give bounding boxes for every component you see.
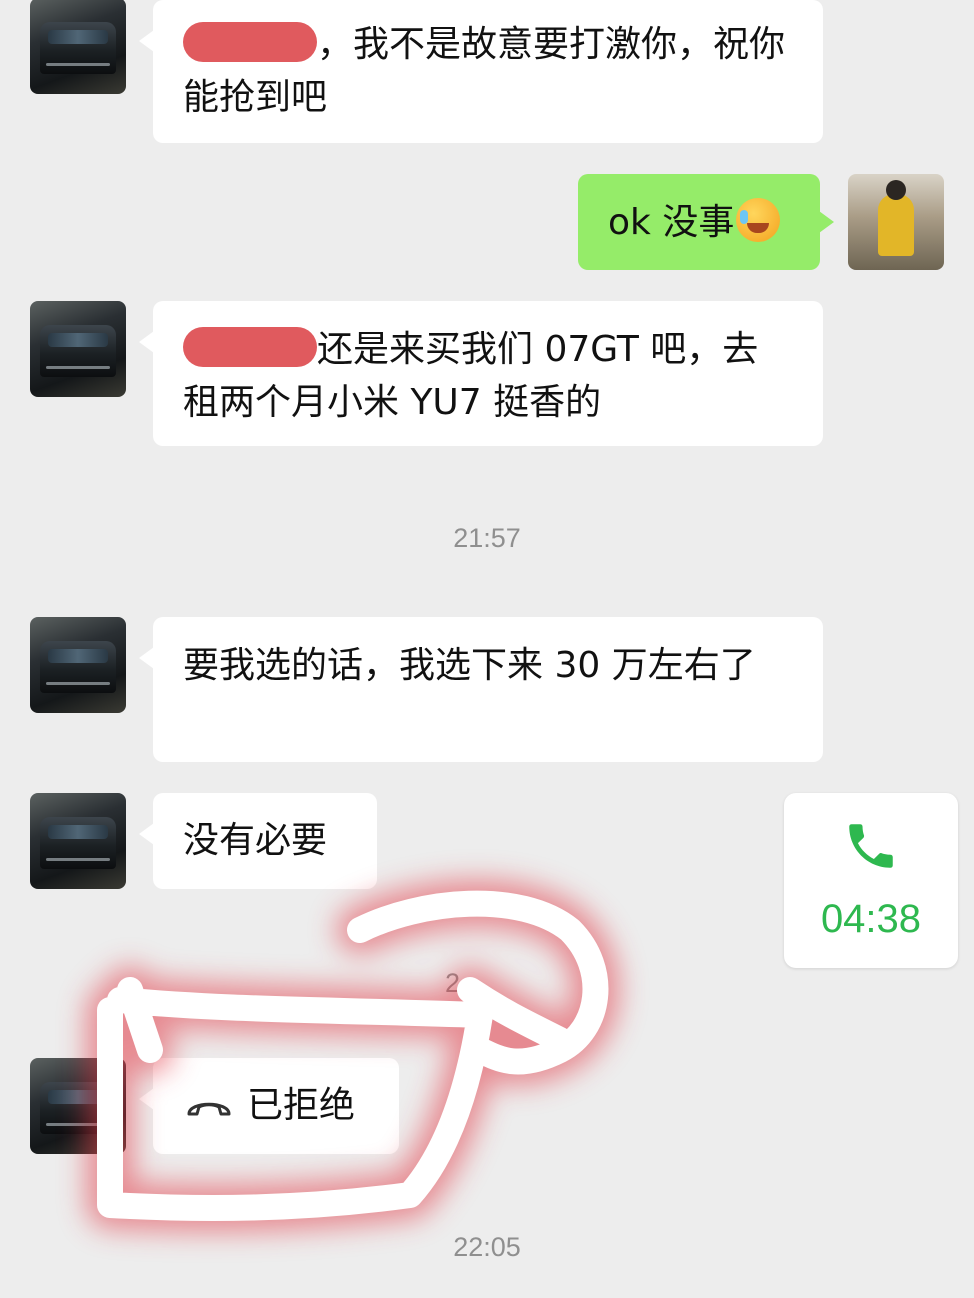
redaction-mark (183, 327, 317, 367)
message-text: 要我选的话，我选下来 30 万左右了 (183, 645, 756, 686)
contact-avatar[interactable] (30, 617, 126, 713)
car-icon (40, 325, 116, 377)
phone-icon (849, 824, 893, 868)
call-duration: 04:38 (820, 897, 922, 941)
timestamp-partial: 2 (445, 968, 461, 998)
car-icon (40, 22, 116, 74)
voice-call-card[interactable]: 04:38 (784, 793, 958, 968)
my-avatar[interactable] (848, 174, 944, 270)
car-icon (40, 817, 116, 869)
contact-avatar[interactable] (30, 793, 126, 889)
message-text: ok 没事 (608, 202, 735, 243)
car-icon (40, 1082, 116, 1134)
message-text: 没有必要 (183, 820, 328, 861)
car-icon (40, 641, 116, 693)
contact-avatar[interactable] (30, 1058, 126, 1154)
message-bubble[interactable]: 没有必要 (139, 793, 377, 889)
message-bubble[interactable]: ，我不是故意要打激你，祝你能抢到吧 (139, 0, 823, 143)
person-icon (878, 180, 914, 256)
timestamp: 22:05 (453, 1232, 521, 1262)
facepalm-emoji-icon (736, 198, 781, 242)
timestamp: 21:57 (453, 523, 521, 553)
declined-call-label: 已拒绝 (247, 1085, 356, 1126)
declined-call-bubble[interactable]: 已拒绝 (139, 1058, 399, 1154)
contact-avatar[interactable] (30, 301, 126, 397)
message-bubble[interactable]: 要我选的话，我选下来 30 万左右了 (139, 617, 823, 762)
hang-up-icon (187, 1102, 231, 1116)
message-bubble[interactable]: 还是来买我们 07GT 吧，去租两个月小米 YU7 挺香的 (139, 301, 823, 446)
redaction-mark (183, 22, 317, 62)
message-bubble-outgoing[interactable]: ok 没事 (578, 174, 834, 270)
contact-avatar[interactable] (30, 0, 126, 94)
